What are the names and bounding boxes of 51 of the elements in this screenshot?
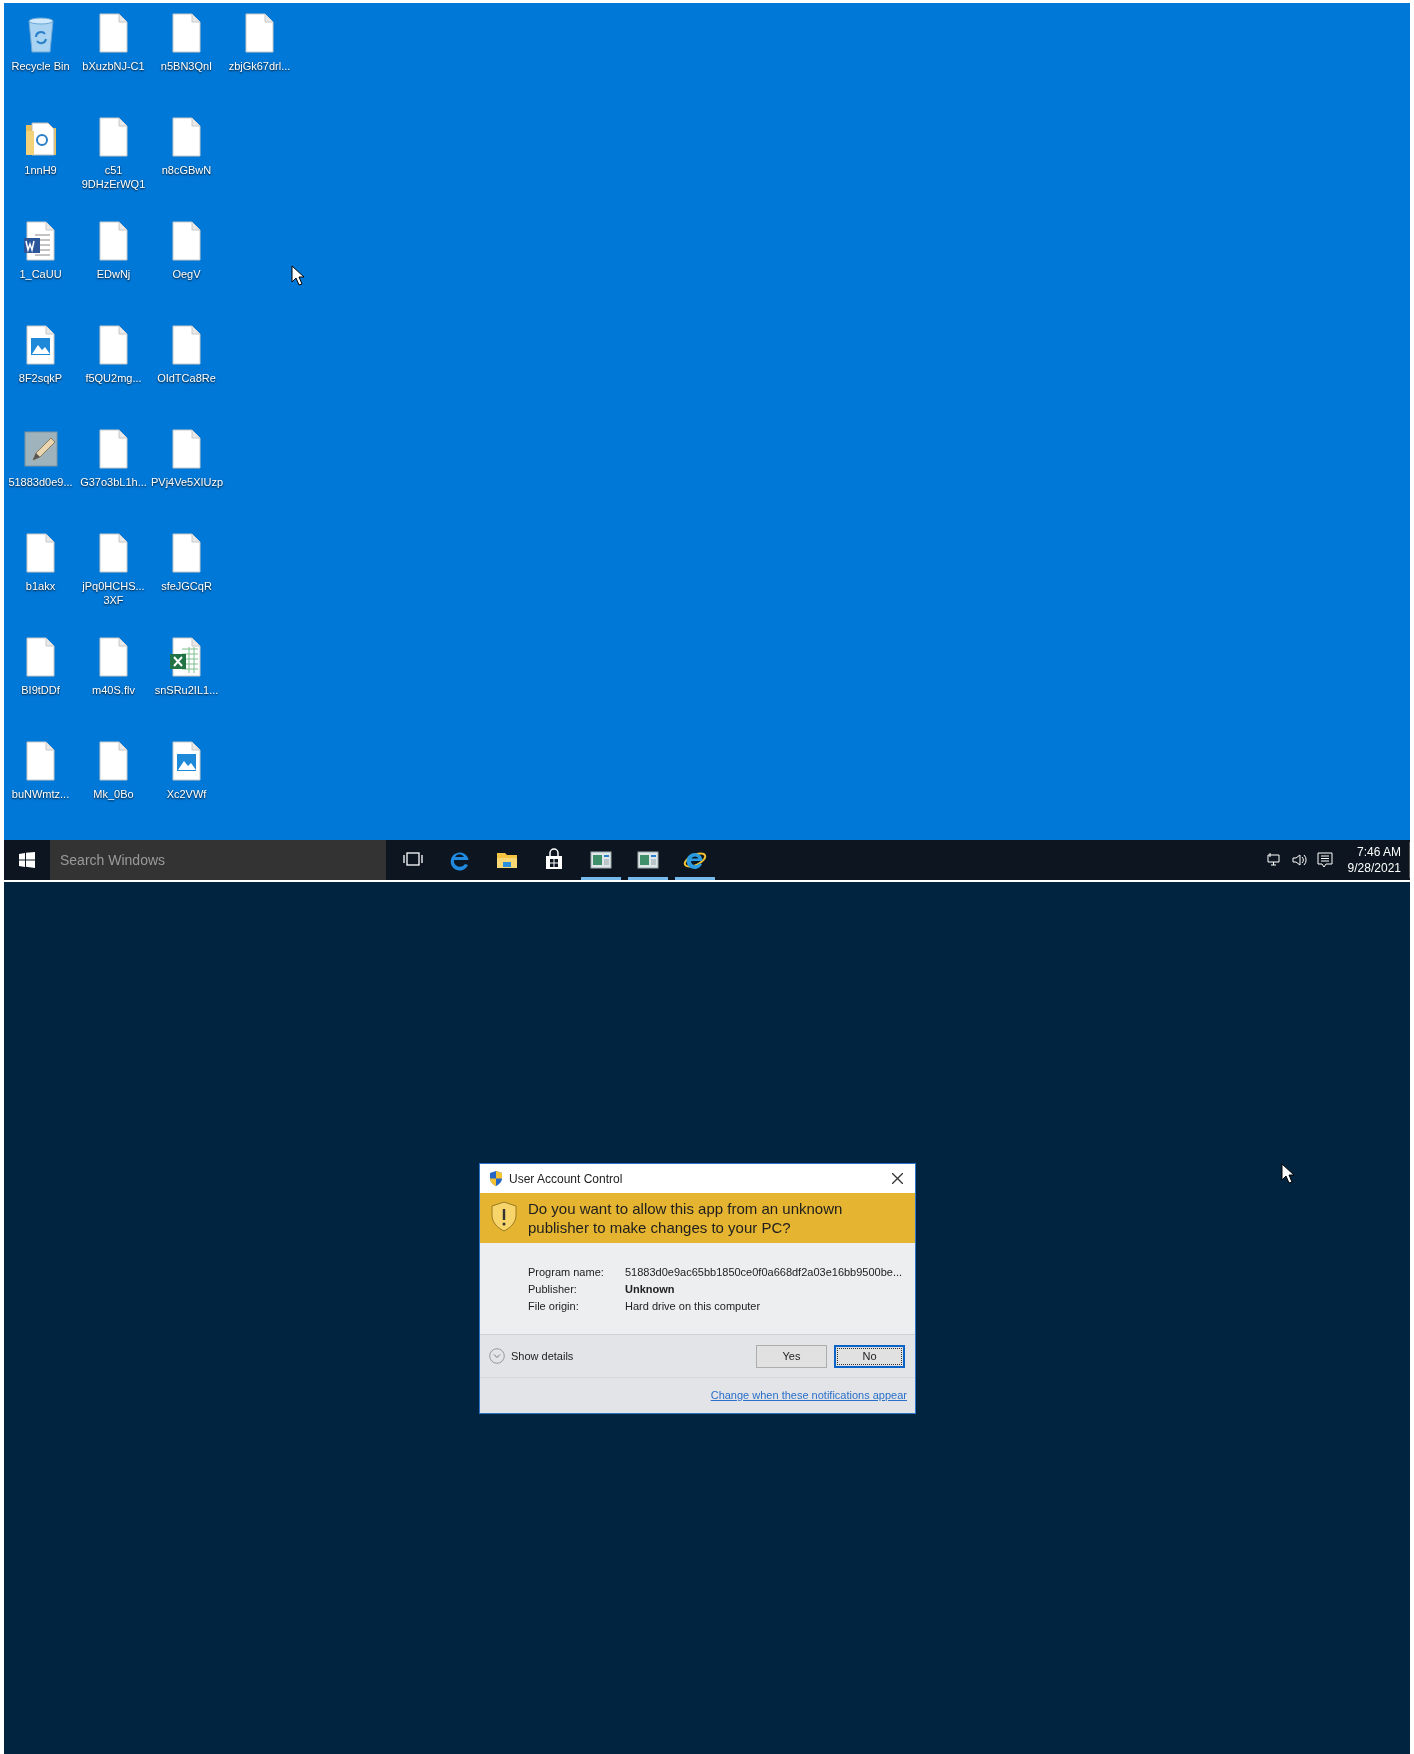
icon-label[interactable]: b1akx bbox=[25, 579, 56, 593]
mouse-pointer-icon bbox=[1281, 1163, 1295, 1185]
icon-label[interactable]: jPq0HCHS... 3XF bbox=[78, 579, 149, 607]
icon-label[interactable]: PVj4Ve5XIUzp bbox=[151, 475, 222, 489]
icon-label[interactable]: Recycle Bin bbox=[11, 59, 70, 73]
icon-label[interactable]: 8F2sqkP bbox=[18, 371, 63, 385]
icon-label[interactable]: c51 9DHzErWQ1 bbox=[78, 163, 149, 191]
icon-label[interactable]: buNWmtz... bbox=[11, 787, 70, 801]
pencil-document-icon[interactable] bbox=[22, 429, 59, 469]
icon-label[interactable]: Xc2VWf bbox=[166, 787, 207, 801]
shield-icon bbox=[489, 1171, 503, 1186]
mouse-pointer-icon bbox=[291, 265, 305, 287]
close-icon bbox=[891, 1173, 903, 1184]
show-details-button[interactable]: Show details bbox=[489, 1347, 574, 1365]
app-window-icon bbox=[588, 848, 613, 872]
app-window-icon bbox=[635, 848, 660, 872]
icon-label[interactable]: 1nnH9 bbox=[24, 163, 57, 177]
detail-value: 51883d0e9ac65bb1850ce0f0a668df2a03e16bb9500be... bbox=[625, 1265, 903, 1280]
icon-label[interactable]: EDwNj bbox=[96, 267, 131, 281]
network-icon[interactable] bbox=[1267, 852, 1283, 868]
windows-logo-icon bbox=[19, 852, 35, 868]
clock[interactable]: 7:46 AM 9/28/2021 bbox=[1345, 844, 1401, 876]
volume-icon[interactable] bbox=[1291, 852, 1309, 868]
dialog-button[interactable]: Yes bbox=[756, 1344, 827, 1368]
icon-label[interactable]: G37o3bL1h... bbox=[80, 475, 147, 489]
icon-label[interactable]: n8cGBwN bbox=[161, 163, 212, 177]
icon-label[interactable]: snSRu2IL1... bbox=[154, 683, 219, 697]
dialog-button[interactable]: No bbox=[834, 1344, 905, 1368]
icon-label[interactable]: 51883d0e9... bbox=[8, 475, 73, 489]
notifications-icon[interactable] bbox=[1317, 852, 1333, 868]
detail-label: File origin: bbox=[528, 1299, 580, 1314]
icon-label[interactable]: n5BN3QnI bbox=[160, 59, 213, 73]
detail-value: Unknown bbox=[625, 1282, 675, 1297]
detail-value: Hard drive on this computer bbox=[625, 1299, 761, 1314]
icon-label[interactable]: OIdTCa8Re bbox=[157, 371, 216, 385]
icon-label[interactable]: f5QU2mg... bbox=[85, 371, 142, 385]
warning-shield-icon bbox=[490, 1201, 518, 1233]
icon-label[interactable]: m40S.flv bbox=[92, 683, 135, 697]
icon-label[interactable]: Mk_0Bo bbox=[93, 787, 134, 801]
detail-label: Publisher: bbox=[528, 1282, 578, 1297]
icon-label[interactable]: BI9tDDf bbox=[21, 683, 60, 697]
icon-label[interactable]: OegV bbox=[172, 267, 201, 281]
icon-label[interactable]: zbjGk67drl... bbox=[228, 59, 291, 73]
detail-label: Program name: bbox=[528, 1265, 605, 1280]
icon-label[interactable]: sfeJGCqR bbox=[161, 579, 212, 593]
dialog-question: Do you want to allow this app from an unknown publisher to make changes to your PC? bbox=[528, 1199, 844, 1237]
chevron-down-icon bbox=[489, 1348, 505, 1364]
search-field[interactable]: Search Windows bbox=[50, 840, 386, 880]
icon-label[interactable]: 1_CaUU bbox=[19, 267, 62, 281]
icon-label[interactable]: bXuzbNJ-C1 bbox=[82, 59, 145, 73]
dialog-title: User Account Control bbox=[509, 1170, 623, 1188]
